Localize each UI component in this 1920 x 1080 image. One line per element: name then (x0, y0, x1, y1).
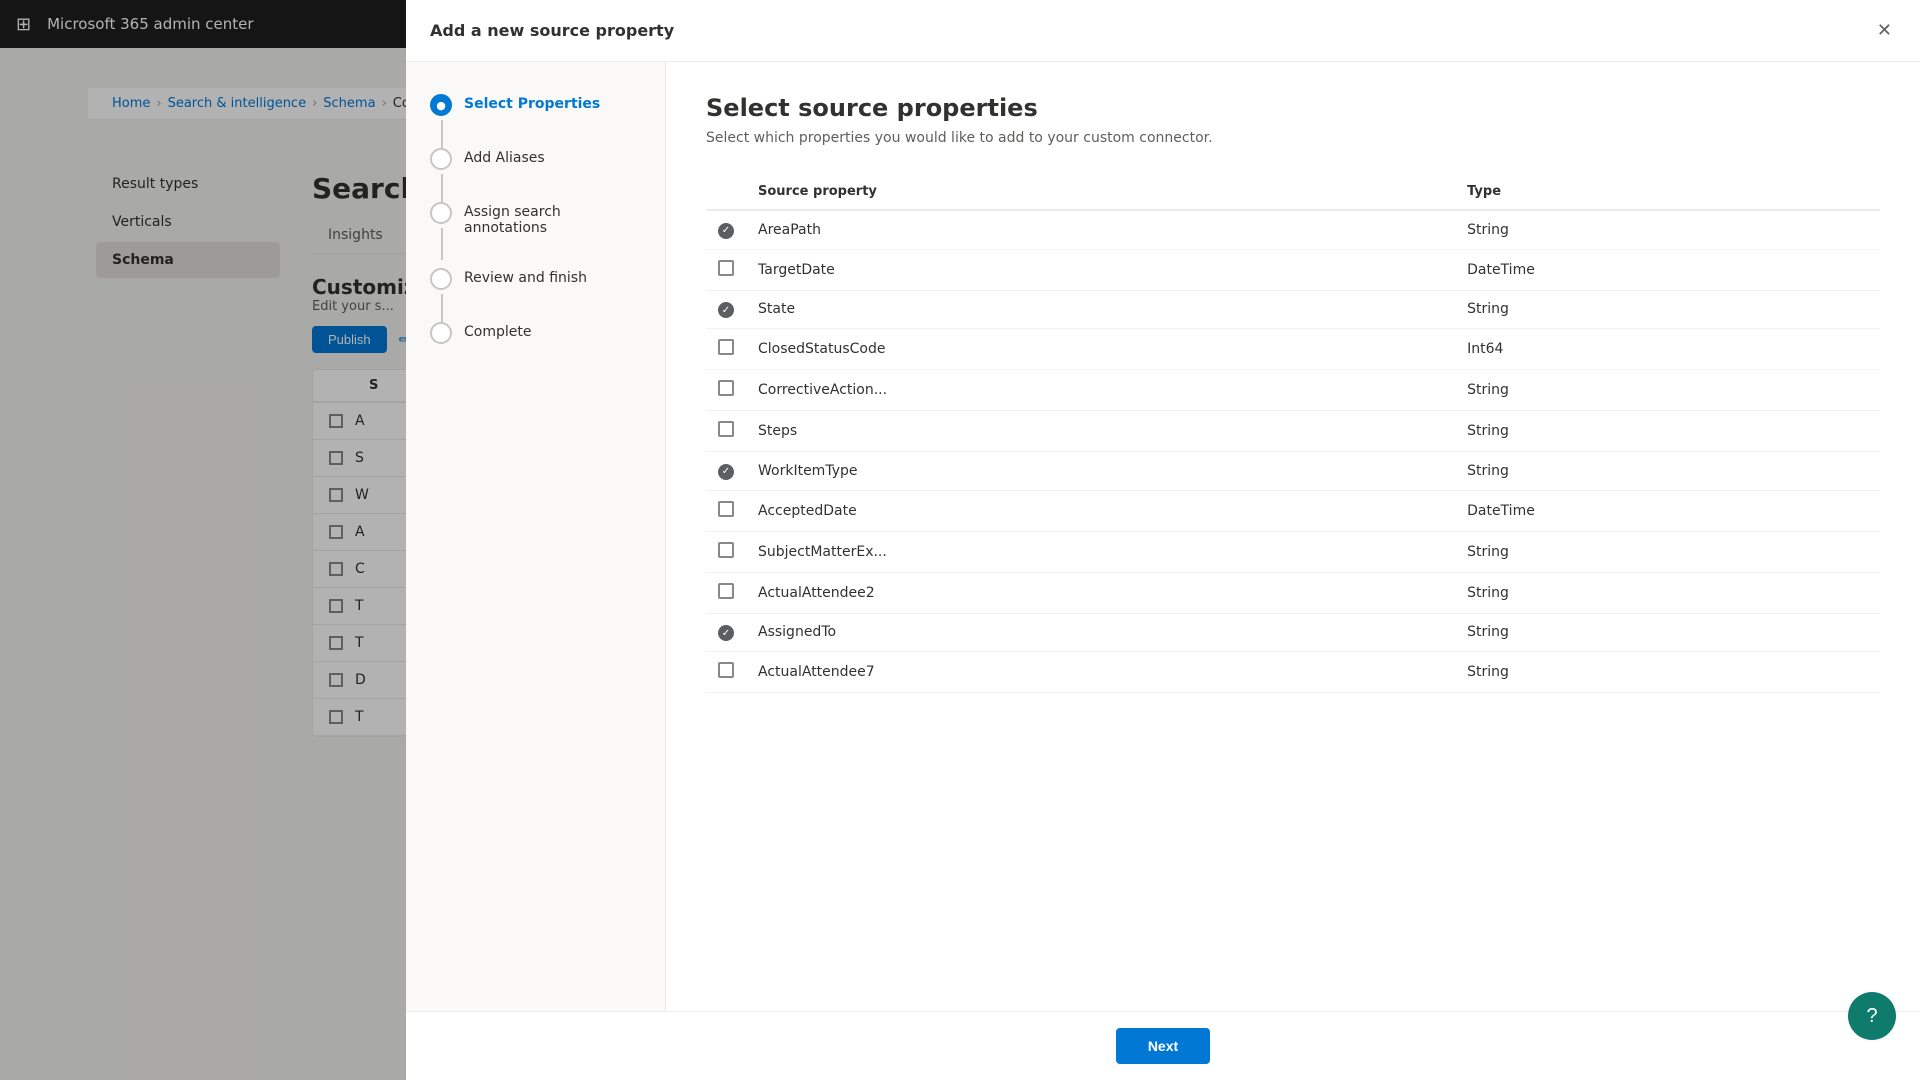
checkbox-cell (706, 652, 746, 693)
panel-dialog: Add a new source property ✕ ● Select Pro… (406, 0, 1920, 1080)
step-circle-1: ● (430, 94, 452, 116)
table-row[interactable]: ClosedStatusCode Int64 (706, 329, 1880, 370)
checkbox-cell (706, 490, 746, 531)
panel-body: ● Select Properties Add Aliases Assign s… (406, 62, 1920, 1011)
step-add-aliases: Add Aliases (430, 148, 641, 170)
section-subtitle: Select which properties you would like t… (706, 130, 1880, 146)
row-checkbox[interactable]: ✓ (718, 464, 734, 480)
property-name: Steps (746, 411, 1455, 452)
next-button[interactable]: Next (1116, 1028, 1210, 1064)
close-button[interactable]: ✕ (1873, 16, 1896, 45)
table-row[interactable]: ✓ State String (706, 290, 1880, 329)
table-row[interactable]: ActualAttendee7 String (706, 652, 1880, 693)
checkbox-cell: ✓ (706, 290, 746, 329)
col-header-type: Type (1455, 174, 1880, 210)
property-name: CorrectiveAction... (746, 370, 1455, 411)
property-name: ActualAttendee2 (746, 572, 1455, 613)
property-type: String (1455, 210, 1880, 249)
property-name: State (746, 290, 1455, 329)
property-type: String (1455, 370, 1880, 411)
step-circle-5 (430, 322, 452, 344)
step-label-5: Complete (464, 322, 531, 340)
table-row[interactable]: TargetDate DateTime (706, 249, 1880, 290)
property-type: String (1455, 411, 1880, 452)
row-checkbox[interactable]: ✓ (718, 625, 734, 641)
property-type: String (1455, 613, 1880, 652)
step-circle-4 (430, 268, 452, 290)
wizard-steps: ● Select Properties Add Aliases Assign s… (406, 62, 666, 1011)
table-row[interactable]: ✓ AssignedTo String (706, 613, 1880, 652)
row-checkbox[interactable] (718, 501, 734, 517)
row-checkbox[interactable]: ✓ (718, 223, 734, 239)
fab-help-button[interactable]: ? (1848, 992, 1896, 1040)
property-type: String (1455, 452, 1880, 491)
property-name: TargetDate (746, 249, 1455, 290)
col-header-source-property: Source property (746, 174, 1455, 210)
property-type: String (1455, 572, 1880, 613)
checkbox-cell (706, 370, 746, 411)
row-checkbox[interactable]: ✓ (718, 302, 734, 318)
property-name: AcceptedDate (746, 490, 1455, 531)
step-assign-annotations: Assign search annotations (430, 202, 641, 236)
property-name: AssignedTo (746, 613, 1455, 652)
checkbox-cell (706, 531, 746, 572)
row-checkbox[interactable] (718, 662, 734, 678)
table-row[interactable]: ✓ WorkItemType String (706, 452, 1880, 491)
table-row[interactable]: SubjectMatterEx... String (706, 531, 1880, 572)
row-checkbox[interactable] (718, 339, 734, 355)
property-name: ClosedStatusCode (746, 329, 1455, 370)
checkbox-cell (706, 411, 746, 452)
panel-main-content: Select source properties Select which pr… (666, 62, 1920, 1011)
step-label-4: Review and finish (464, 268, 587, 286)
property-type: DateTime (1455, 490, 1880, 531)
step-review: Review and finish (430, 268, 641, 290)
panel-header: Add a new source property ✕ (406, 0, 1920, 62)
col-header-checkbox (706, 174, 746, 210)
row-checkbox[interactable] (718, 421, 734, 437)
step-select-properties: ● Select Properties (430, 94, 641, 116)
panel-footer: Next (406, 1011, 1920, 1080)
property-type: DateTime (1455, 249, 1880, 290)
step-circle-2 (430, 148, 452, 170)
panel-title: Add a new source property (430, 21, 674, 40)
checkbox-cell (706, 329, 746, 370)
property-type: String (1455, 652, 1880, 693)
checkbox-cell (706, 572, 746, 613)
step-label-1: Select Properties (464, 94, 600, 112)
checkbox-cell: ✓ (706, 613, 746, 652)
checkbox-cell: ✓ (706, 452, 746, 491)
checkbox-cell (706, 249, 746, 290)
property-name: SubjectMatterEx... (746, 531, 1455, 572)
table-row[interactable]: ActualAttendee2 String (706, 572, 1880, 613)
property-name: ActualAttendee7 (746, 652, 1455, 693)
table-row[interactable]: AcceptedDate DateTime (706, 490, 1880, 531)
step-label-3: Assign search annotations (464, 202, 641, 236)
property-type: Int64 (1455, 329, 1880, 370)
row-checkbox[interactable] (718, 380, 734, 396)
table-row[interactable]: ✓ AreaPath String (706, 210, 1880, 249)
property-type: String (1455, 290, 1880, 329)
property-name: WorkItemType (746, 452, 1455, 491)
table-row[interactable]: Steps String (706, 411, 1880, 452)
row-checkbox[interactable] (718, 542, 734, 558)
property-type: String (1455, 531, 1880, 572)
step-circle-3 (430, 202, 452, 224)
row-checkbox[interactable] (718, 583, 734, 599)
step-complete: Complete (430, 322, 641, 344)
table-row[interactable]: CorrectiveAction... String (706, 370, 1880, 411)
property-name: AreaPath (746, 210, 1455, 249)
step-label-2: Add Aliases (464, 148, 545, 166)
section-title: Select source properties (706, 94, 1880, 122)
properties-table: Source property Type ✓ AreaPath String T… (706, 174, 1880, 693)
row-checkbox[interactable] (718, 260, 734, 276)
checkbox-cell: ✓ (706, 210, 746, 249)
